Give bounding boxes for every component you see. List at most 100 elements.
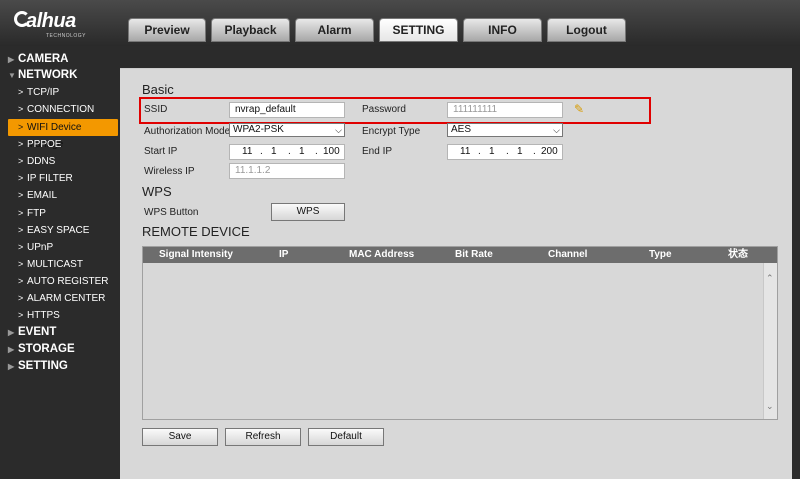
chevron-right-icon: >: [18, 276, 24, 286]
auth-mode-select[interactable]: WPA2-PSK ⌵: [229, 123, 345, 137]
encrypt-type-value: AES: [451, 124, 472, 135]
chevron-right-icon: >: [18, 242, 24, 252]
chevron-right-icon: >: [18, 293, 24, 303]
remote-device-title: REMOTE DEVICE: [142, 224, 250, 239]
sidebar-label: STORAGE: [18, 343, 75, 355]
chevron-right-icon: ▶: [8, 362, 15, 371]
sidebar-item-ftp[interactable]: > FTP: [0, 205, 120, 222]
start-ip-input[interactable]: 11 . 1 . 1 . 100: [229, 144, 345, 160]
refresh-button[interactable]: Refresh: [225, 428, 301, 446]
sidebar-item-wifi-device-manage[interactable]: > WIFI Device Manage: [8, 119, 118, 150]
sidebar-item-tcpip[interactable]: > TCP/IP: [0, 84, 120, 101]
sidebar-event[interactable]: ▶ EVENT: [0, 324, 120, 341]
scroll-up-icon[interactable]: ⌃: [766, 273, 774, 284]
sidebar-item-ddns[interactable]: > DDNS: [0, 153, 120, 170]
wps-button-label: WPS Button: [144, 207, 199, 218]
sidebar-item-multicast[interactable]: > MULTICAST: [0, 256, 120, 273]
end-ip-input[interactable]: 11 . 1 . 1 . 200: [447, 144, 563, 160]
logo-brand: alhua: [26, 10, 76, 32]
auth-mode-label: Authorization Mode: [144, 126, 231, 137]
wps-button[interactable]: WPS: [271, 203, 345, 221]
sidebar-item-upnp[interactable]: > UPnP: [0, 239, 120, 256]
ip-octet[interactable]: 1: [271, 145, 277, 159]
chevron-right-icon: >: [18, 156, 24, 166]
sidebar-item-ip-filter[interactable]: > IP FILTER: [0, 170, 120, 187]
sidebar-item-easy-space[interactable]: > EASY SPACE: [0, 222, 120, 239]
ip-octet[interactable]: 1: [489, 145, 495, 159]
column-header: 状态: [728, 249, 748, 260]
sidebar-item-alarm-center[interactable]: > ALARM CENTER: [0, 290, 120, 307]
wireless-ip-label: Wireless IP: [144, 166, 195, 177]
sidebar-label: FTP: [27, 208, 46, 219]
save-button[interactable]: Save: [142, 428, 218, 446]
end-ip-label: End IP: [362, 146, 393, 157]
auth-mode-value: WPA2-PSK: [233, 124, 284, 135]
sidebar-label: IP FILTER: [27, 173, 73, 184]
column-header: MAC Address: [349, 249, 415, 260]
ip-octet[interactable]: 1: [517, 145, 523, 159]
ip-octet[interactable]: 11: [242, 145, 252, 159]
sidebar-label: SETTING: [18, 360, 68, 372]
tab-playback[interactable]: Playback: [211, 18, 290, 42]
sidebar-setting[interactable]: ▶ SETTING: [0, 358, 120, 375]
chevron-right-icon: ▶: [8, 328, 15, 337]
chevron-right-icon: >: [18, 122, 24, 132]
table-scrollbar[interactable]: ⌃ ⌄: [763, 263, 777, 419]
highlight-box: [139, 97, 651, 124]
chevron-right-icon: ▶: [8, 55, 15, 64]
tab-alarm[interactable]: Alarm: [295, 18, 374, 42]
sidebar-item-email[interactable]: > EMAIL: [0, 187, 120, 204]
sidebar-label: EMAIL: [27, 190, 58, 201]
ip-dot: .: [288, 146, 291, 157]
ip-octet[interactable]: 11: [460, 145, 470, 159]
column-header: Channel: [548, 249, 588, 260]
sidebar-label: MULTICAST: [27, 259, 83, 270]
sidebar-label: DDNS: [27, 156, 56, 167]
sidebar-camera[interactable]: ▶ CAMERA: [0, 51, 120, 68]
chevron-right-icon: >: [18, 208, 24, 218]
column-header: IP: [279, 249, 289, 260]
tab-setting[interactable]: SETTING: [379, 18, 458, 42]
sidebar-label: ALARM CENTER: [27, 293, 106, 304]
chevron-right-icon: >: [18, 225, 24, 235]
sidebar-label: HTTPS: [27, 310, 60, 321]
sidebar-storage[interactable]: ▶ STORAGE: [0, 341, 120, 358]
default-button[interactable]: Default: [308, 428, 384, 446]
column-header: Signal Intensity: [159, 249, 233, 260]
sidebar-label: CAMERA: [18, 53, 69, 65]
ip-octet[interactable]: 1: [299, 145, 305, 159]
chevron-right-icon: >: [18, 190, 24, 200]
ip-octet[interactable]: 200: [541, 145, 558, 159]
sidebar-item-pppoe[interactable]: > PPPOE: [0, 136, 120, 153]
chevron-right-icon: >: [18, 173, 24, 183]
tab-preview[interactable]: Preview: [128, 18, 206, 42]
sidebar-label: NETWORK: [18, 69, 78, 81]
ip-octet[interactable]: 100: [323, 145, 340, 159]
sidebar-network[interactable]: ▼ NETWORK: [0, 67, 120, 84]
sidebar-item-https[interactable]: > HTTPS: [0, 307, 120, 324]
scroll-down-icon[interactable]: ⌄: [766, 401, 774, 412]
chevron-down-icon: ▼: [8, 71, 16, 80]
tab-logout[interactable]: Logout: [547, 18, 626, 42]
start-ip-label: Start IP: [144, 146, 178, 157]
tab-info[interactable]: INFO: [463, 18, 542, 42]
chevron-right-icon: >: [18, 259, 24, 269]
remote-device-table: Signal Intensity IP MAC Address Bit Rate…: [142, 246, 778, 420]
basic-title: Basic: [142, 82, 174, 97]
chevron-down-icon: ⌵: [335, 125, 342, 135]
ip-dot: .: [315, 146, 318, 157]
sidebar-label: EVENT: [18, 326, 57, 338]
sidebar-item-auto-register[interactable]: > AUTO REGISTER: [0, 273, 120, 290]
encrypt-type-select[interactable]: AES ⌵: [447, 123, 563, 137]
sidebar-label: PPPOE: [27, 139, 62, 150]
sidebar-item-connection[interactable]: > CONNECTION: [0, 101, 120, 118]
ip-dot: .: [533, 146, 536, 157]
sidebar-label: EASY SPACE: [27, 225, 90, 236]
chevron-right-icon: ▶: [8, 345, 15, 354]
chevron-right-icon: >: [18, 310, 24, 320]
table-header: Signal Intensity IP MAC Address Bit Rate…: [143, 247, 777, 263]
encrypt-type-label: Encrypt Type: [362, 126, 421, 137]
column-header: Type: [649, 249, 672, 260]
sidebar-label: AUTO REGISTER: [27, 276, 109, 287]
chevron-down-icon: ⌵: [553, 125, 560, 135]
